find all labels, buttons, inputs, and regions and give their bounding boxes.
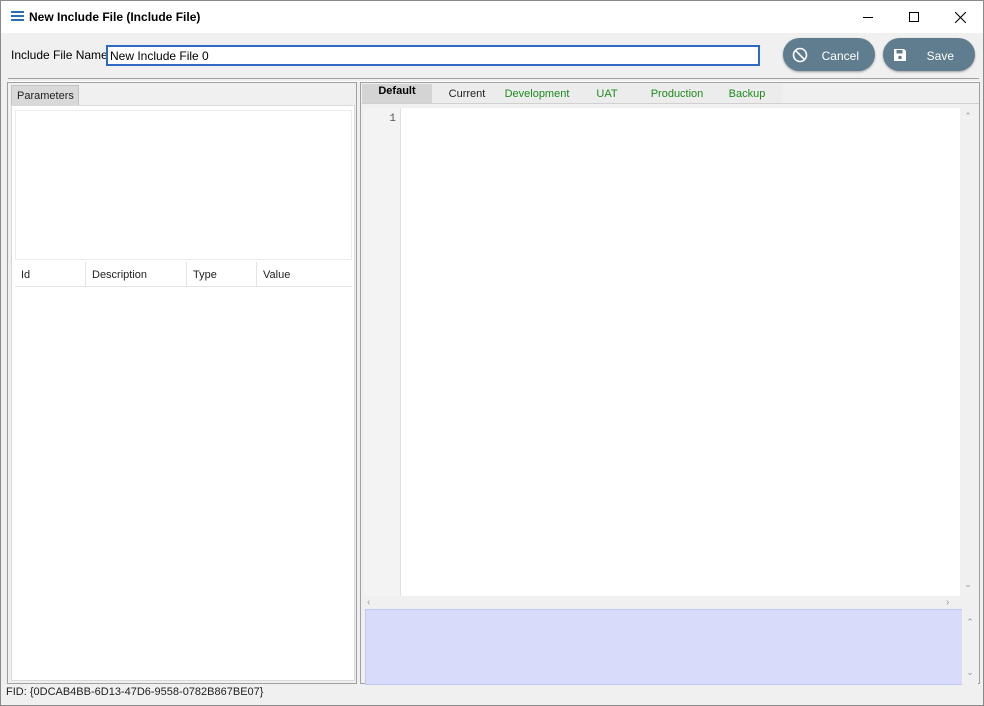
line-number: 1: [389, 113, 396, 125]
editor-horizontal-scrollbar[interactable]: ‹ ›: [364, 596, 958, 610]
parameters-panel: Parameters Id Description Type Value: [7, 82, 357, 684]
code-editor[interactable]: 1 ⌃ ⌄: [364, 108, 976, 596]
output-pane[interactable]: [365, 609, 963, 685]
output-scroll-up-icon[interactable]: ⌃: [966, 617, 974, 628]
column-header-id[interactable]: Id: [15, 262, 85, 287]
column-header-type[interactable]: Type: [186, 262, 256, 287]
status-fid: FID: {0DCAB4BB-6D13-47D6-9558-0782B867BE…: [6, 686, 264, 698]
parameters-editor[interactable]: [15, 110, 352, 260]
scroll-up-icon[interactable]: ⌃: [964, 112, 972, 121]
tab-parameters[interactable]: Parameters: [11, 85, 79, 105]
include-file-name-label: Include File Name: [11, 48, 108, 62]
include-file-window: New Include File (Include File) Include …: [0, 0, 984, 706]
column-header-description[interactable]: Description: [85, 262, 186, 287]
editor-vertical-scrollbar[interactable]: ⌃ ⌄: [960, 108, 976, 596]
save-button[interactable]: Save: [883, 38, 975, 71]
close-button[interactable]: [937, 1, 983, 33]
scroll-right-icon[interactable]: ›: [946, 598, 954, 608]
minimize-button[interactable]: [845, 1, 891, 33]
cancel-button-label: Cancel: [821, 49, 859, 63]
maximize-icon: [909, 12, 919, 22]
scroll-down-icon[interactable]: ⌄: [964, 580, 972, 589]
save-button-label: Save: [926, 49, 954, 63]
tab-backup[interactable]: Backup: [722, 84, 772, 104]
code-panel: Default Current Development UAT Producti…: [360, 82, 980, 685]
tab-production[interactable]: Production: [644, 84, 710, 104]
title-bar: New Include File (Include File): [1, 1, 983, 33]
tab-development[interactable]: Development: [500, 84, 574, 104]
minimize-icon: [863, 16, 873, 18]
include-file-name-input[interactable]: [106, 45, 760, 66]
tab-current[interactable]: Current: [438, 84, 496, 104]
cancel-button[interactable]: Cancel: [783, 38, 875, 71]
parameters-grid-header: Id Description Type Value: [15, 262, 352, 287]
column-header-value[interactable]: Value: [256, 262, 352, 287]
scroll-left-icon[interactable]: ‹: [367, 598, 375, 608]
window-title: New Include File (Include File): [29, 10, 201, 24]
output-vertical-scrollbar[interactable]: ⌃ ⌄: [962, 609, 978, 685]
line-number-gutter: 1: [364, 108, 401, 596]
maximize-button[interactable]: [891, 1, 937, 33]
tab-default[interactable]: Default: [362, 84, 432, 104]
close-icon: [954, 11, 966, 23]
menu-lines-icon[interactable]: [11, 11, 24, 22]
editor-area: 1 ⌃ ⌄ ‹ › ⌃ ⌄: [362, 103, 979, 685]
parameters-area: Id Description Type Value: [11, 105, 355, 681]
tab-uat[interactable]: UAT: [584, 84, 630, 104]
output-scroll-down-icon[interactable]: ⌄: [966, 667, 974, 678]
